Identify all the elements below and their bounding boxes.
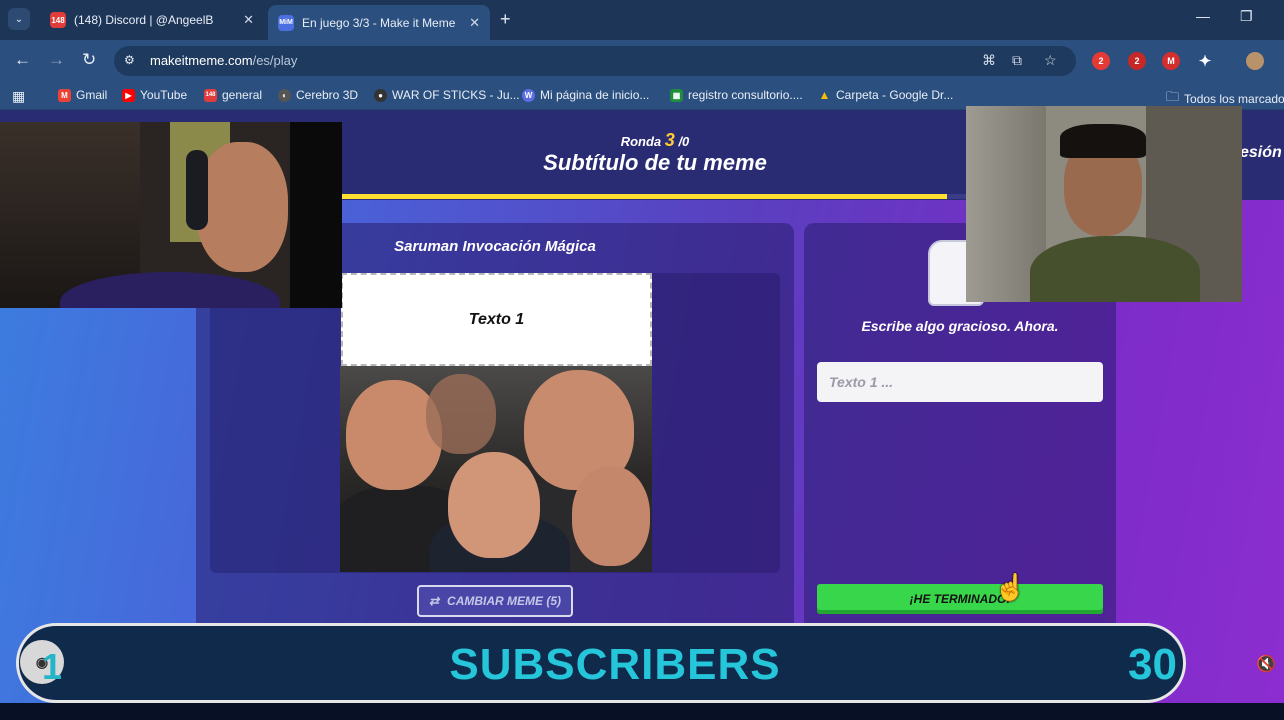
tab-title: (148) Discord | @AngeelB — [74, 13, 214, 27]
round-progress-fill — [342, 194, 948, 199]
close-icon[interactable]: ✕ — [469, 15, 480, 31]
browser-toolbar: ← → ↻ ⚙ makeitmeme.com/es/play ⌘ ⧉ ☆ 2 2… — [0, 40, 1284, 82]
meme-caption-box[interactable]: Texto 1 — [341, 273, 652, 366]
close-icon[interactable]: ✕ — [243, 12, 254, 28]
screen: ⌄ 148 (148) Discord | @AngeelB ✕ MiM En … — [0, 0, 1284, 720]
address-bar[interactable]: ⚙ makeitmeme.com/es/play ⌘ ⧉ ☆ — [114, 46, 1076, 76]
change-meme-button[interactable]: ⇄ CAMBIAR MEME (5) — [417, 585, 573, 617]
extension-badge-icon[interactable]: 2 — [1128, 52, 1146, 70]
laughing-face — [572, 466, 650, 566]
bookmark-youtube[interactable]: ▶ YouTube — [122, 88, 187, 102]
gmail-icon: M — [58, 88, 71, 102]
meme-image — [340, 366, 652, 572]
caption-input[interactable] — [817, 362, 1103, 402]
restore-icon[interactable]: ❐ — [1240, 8, 1253, 25]
sheets-icon: ▦ — [670, 88, 683, 102]
bookmark-general[interactable]: 148 general — [204, 88, 262, 102]
install-app-icon[interactable]: ⧉ — [1012, 52, 1022, 69]
laughing-face — [346, 380, 442, 490]
tab-strip: ⌄ 148 (148) Discord | @AngeelB ✕ MiM En … — [0, 0, 1284, 40]
webcam-left — [0, 122, 342, 308]
bookmark-registro[interactable]: ▦ registro consultorio.... — [670, 88, 803, 102]
url-text: makeitmeme.com/es/play — [150, 53, 298, 68]
webcam-right — [966, 106, 1242, 302]
bookmark-cerebro-3d[interactable]: ◐ Cerebro 3D — [278, 88, 358, 102]
tab-discord[interactable]: 148 (148) Discord | @AngeelB ✕ — [40, 6, 264, 34]
person-face — [196, 142, 288, 272]
person — [1030, 236, 1200, 302]
hand-cursor-icon: ☝ — [994, 572, 1027, 602]
laughing-face — [426, 374, 496, 454]
mega-extension-icon[interactable]: M — [1162, 52, 1180, 70]
make-it-meme-icon: MiM — [278, 14, 294, 31]
globe-icon: ◐ — [278, 88, 291, 102]
swap-icon: ⇄ — [428, 594, 440, 608]
tab-search-dropdown[interactable]: ⌄ — [8, 8, 30, 30]
minimize-icon[interactable]: — — [1196, 8, 1210, 24]
discord-icon: 148 — [204, 88, 217, 102]
subscriber-count: 30 — [1128, 640, 1177, 689]
extension-badge-icon[interactable]: 2 — [1092, 52, 1110, 70]
subscriber-label: SUBSCRIBERS — [449, 640, 781, 689]
translate-icon[interactable]: ⌘ — [982, 52, 996, 69]
bottom-strip — [0, 703, 1284, 720]
headphones — [186, 150, 208, 230]
done-button[interactable]: ¡HE TERMINADO! — [817, 584, 1103, 614]
bookmark-war-of-sticks[interactable]: ● WAR OF STICKS - Ju... — [374, 88, 520, 102]
youtube-icon: ▶ — [122, 88, 135, 102]
apps-grid-icon[interactable]: ▦ — [12, 88, 25, 105]
session-link[interactable]: esión — [1240, 144, 1282, 162]
mute-icon[interactable]: 🔇 — [1256, 654, 1276, 674]
bookmark-mi-pagina[interactable]: W Mi página de inicio... — [522, 88, 649, 102]
laughing-face — [448, 452, 540, 558]
forward-icon[interactable]: → — [48, 50, 65, 70]
discord-icon: 148 — [50, 12, 66, 28]
site-info-icon[interactable]: ⚙ — [124, 53, 140, 69]
extensions-puzzle-icon[interactable]: ✦ — [1196, 52, 1214, 70]
bookmark-star-icon[interactable]: ☆ — [1044, 52, 1057, 69]
wordpress-icon: W — [522, 88, 535, 102]
tab-make-it-meme[interactable]: MiM En juego 3/3 - Make it Meme ✕ — [268, 5, 490, 40]
caption-prompt: Escribe algo gracioso. Ahora. — [861, 318, 1059, 334]
round-progress-bar — [342, 194, 966, 199]
back-icon[interactable]: ← — [14, 50, 31, 70]
new-tab-button[interactable]: + — [500, 8, 511, 30]
drive-icon: ▲ — [818, 88, 831, 102]
bookmark-gmail[interactable]: M Gmail — [58, 88, 107, 102]
reload-icon[interactable]: ↻ — [82, 50, 96, 70]
bookmark-carpeta-drive[interactable]: ▲ Carpeta - Google Dr... — [818, 88, 954, 102]
person-hair — [1060, 124, 1146, 158]
tab-title: En juego 3/3 - Make it Meme — [302, 15, 456, 30]
profile-avatar[interactable] — [1246, 52, 1264, 70]
game-icon: ● — [374, 88, 387, 102]
